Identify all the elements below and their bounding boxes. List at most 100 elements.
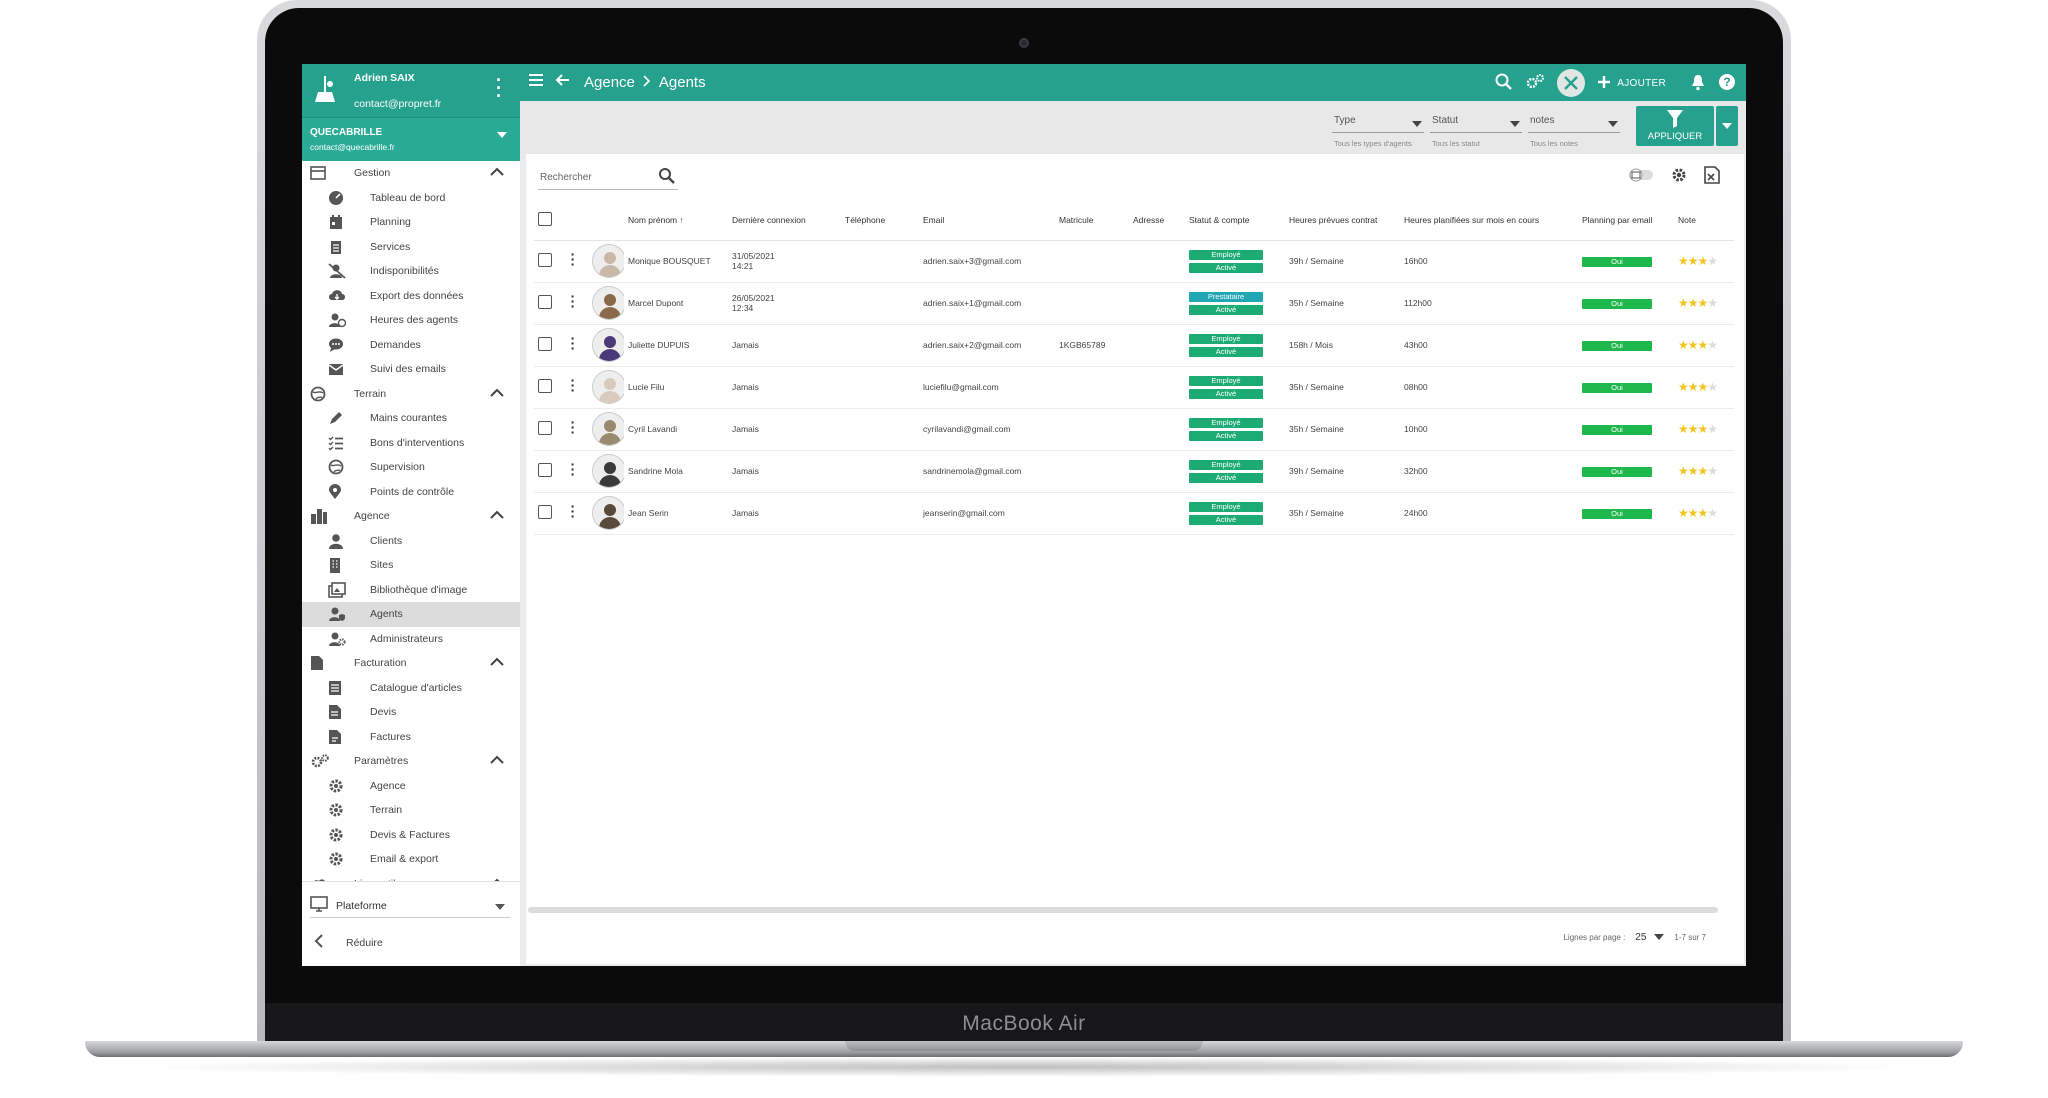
col-name[interactable]: Nom prénom ↑ — [624, 200, 728, 241]
type-filter[interactable]: Type Tous les types d'agents — [1332, 111, 1424, 148]
chevron-up-icon[interactable] — [490, 388, 504, 400]
row-checkbox[interactable] — [538, 463, 552, 477]
sidebar-group-1[interactable]: Terrain — [302, 382, 520, 407]
sidebar-item-0-5[interactable]: Heures des agents — [302, 308, 520, 333]
col-email[interactable]: Email — [919, 200, 1055, 241]
search-icon[interactable] — [658, 167, 676, 188]
sidebar-item-1-1[interactable]: Bons d'interventions — [302, 431, 520, 456]
settings-gear-icon[interactable] — [1670, 166, 1688, 187]
chevron-up-icon[interactable] — [490, 657, 504, 669]
row-checkbox[interactable] — [538, 337, 552, 351]
search-input[interactable]: Rechercher — [540, 172, 592, 183]
agent-name[interactable]: Monique BOUSQUET — [624, 240, 728, 283]
sidebar-item-3-2[interactable]: Factures — [302, 725, 520, 750]
table-row[interactable]: · · · Cyril Lavandi Jamais cyrilavandi@gma… — [534, 408, 1734, 451]
col-address[interactable]: Adresse — [1129, 200, 1185, 241]
sidebar-item-4-2[interactable]: Devis & Factures — [302, 823, 520, 848]
sidebar-item-0-0[interactable]: Tableau de bord — [302, 186, 520, 211]
bell-icon[interactable] — [1690, 73, 1706, 94]
tools-avatar-icon[interactable] — [1557, 69, 1586, 97]
col-matricule[interactable]: Matricule — [1055, 200, 1129, 241]
gears-icon[interactable] — [1525, 73, 1545, 94]
col-last-login[interactable]: Dernière connexion — [728, 200, 841, 241]
col-planning-email[interactable]: Planning par email — [1578, 200, 1674, 241]
row-checkbox[interactable] — [538, 295, 552, 309]
chevron-up-icon[interactable] — [490, 755, 504, 767]
sidebar-item-0-7[interactable]: Suivi des emails — [302, 357, 520, 382]
table-row[interactable]: · · · Juliette DUPUIS Jamais adrien.saix+2… — [534, 324, 1734, 367]
hamburger-icon[interactable] — [528, 73, 544, 91]
sidebar-item-2-3[interactable]: Agents — [302, 602, 520, 627]
sidebar-group-2[interactable]: Agence — [302, 504, 520, 529]
rows-per-page-select[interactable]: 25 — [1635, 932, 1665, 943]
agent-name[interactable]: Juliette DUPUIS — [624, 324, 728, 367]
row-checkbox[interactable] — [538, 253, 552, 267]
sidebar-item-0-1[interactable]: Planning — [302, 210, 520, 235]
sidebar-item-2-2[interactable]: Bibliothèque d'image — [302, 578, 520, 603]
row-menu-icon[interactable]: · · · — [570, 499, 576, 523]
row-menu-icon[interactable]: · · · — [570, 247, 576, 271]
sidebar-item-1-3[interactable]: Points de contrôle — [302, 480, 520, 505]
sidebar-item-0-6[interactable]: Demandes — [302, 333, 520, 358]
sidebar-item-4-0[interactable]: Agence — [302, 774, 520, 799]
agent-name[interactable]: Marcel Dupont — [624, 282, 728, 325]
agent-name[interactable]: Lucie Filu — [624, 366, 728, 409]
table-row[interactable]: · · · Marcel Dupont 26/05/2021 12:34 adrien… — [534, 282, 1734, 325]
row-checkbox[interactable] — [538, 379, 552, 393]
horizontal-scrollbar[interactable] — [528, 907, 1718, 913]
chevron-up-icon[interactable] — [490, 510, 504, 522]
row-menu-icon[interactable]: · · · — [570, 331, 576, 355]
notes-filter[interactable]: notes Tous les notes — [1528, 111, 1620, 148]
apply-button[interactable]: APPLIQUER — [1636, 106, 1714, 146]
sidebar-group-3[interactable]: Facturation — [302, 651, 520, 676]
reduce-button[interactable]: Réduire — [314, 934, 383, 951]
sidebar-group-4[interactable]: Paramètres — [302, 749, 520, 774]
table-row[interactable]: · · · Lucie Filu Jamais luciefilu@gmail.co… — [534, 366, 1734, 409]
help-icon[interactable]: ? — [1718, 73, 1736, 94]
table-row[interactable]: · · · Sandrine Mola Jamais sandrinemola@gm… — [534, 450, 1734, 493]
sidebar-item-0-2[interactable]: Services — [302, 235, 520, 260]
company-switcher[interactable]: QUECABRILLE contact@quecabrille.fr — [302, 117, 520, 161]
chevron-up-icon[interactable] — [490, 167, 504, 179]
agent-name[interactable]: Jean Serin — [624, 492, 728, 535]
table-row[interactable]: · · · Jean Serin Jamais jeanserin@gmail.co… — [534, 492, 1734, 535]
apply-options-button[interactable] — [1716, 106, 1738, 146]
breadcrumb-agence[interactable]: Agence — [584, 74, 635, 91]
agent-name[interactable]: Sandrine Mola — [624, 450, 728, 493]
sidebar-item-3-1[interactable]: Devis — [302, 700, 520, 725]
status-filter[interactable]: Statut Tous les statut — [1430, 111, 1522, 148]
sidebar-item-4-3[interactable]: Email & export — [302, 847, 520, 872]
row-menu-icon[interactable]: · · · — [570, 289, 576, 313]
excel-export-icon[interactable] — [1704, 166, 1720, 187]
sidebar-item-2-1[interactable]: Sites — [302, 553, 520, 578]
sidebar-item-1-0[interactable]: Mains courantes — [302, 406, 520, 431]
toggle-icon[interactable] — [1628, 168, 1654, 185]
col-contract-hours[interactable]: Heures prévues contrat — [1285, 200, 1400, 241]
search-icon[interactable] — [1495, 73, 1513, 94]
select-all-checkbox[interactable] — [538, 211, 552, 226]
sidebar-item-4-1[interactable]: Terrain — [302, 798, 520, 823]
sidebar-group-5[interactable]: Liens utiles — [302, 872, 520, 881]
sidebar-item-2-4[interactable]: Administrateurs — [302, 627, 520, 652]
add-button[interactable]: AJOUTER — [1597, 75, 1666, 92]
col-planned-hours[interactable]: Heures planifiées sur mois en cours — [1400, 200, 1578, 241]
sidebar-item-1-2[interactable]: Supervision — [302, 455, 520, 480]
row-checkbox[interactable] — [538, 421, 552, 435]
col-rating[interactable]: Note — [1674, 200, 1734, 241]
col-status[interactable]: Statut & compte — [1185, 200, 1285, 241]
row-menu-icon[interactable]: · · · — [570, 373, 576, 397]
sidebar-item-3-0[interactable]: Catalogue d'articles — [302, 676, 520, 701]
sidebar-item-2-0[interactable]: Clients — [302, 529, 520, 554]
sidebar-item-0-4[interactable]: Export des données — [302, 284, 520, 309]
agent-name[interactable]: Cyril Lavandi — [624, 408, 728, 451]
user-menu-icon[interactable]: · · · — [494, 71, 504, 105]
row-menu-icon[interactable]: · · · — [570, 457, 576, 481]
sidebar-group-0[interactable]: Gestion — [302, 161, 520, 186]
sidebar-item-0-3[interactable]: Indisponibilités — [302, 259, 520, 284]
row-menu-icon[interactable]: · · · — [570, 415, 576, 439]
col-phone[interactable]: Téléphone — [841, 200, 919, 241]
platform-select[interactable]: Plateforme — [310, 894, 510, 918]
table-row[interactable]: · · · Monique BOUSQUET 31/05/2021 14:21 adr… — [534, 240, 1734, 283]
back-arrow-icon[interactable] — [554, 73, 570, 91]
row-checkbox[interactable] — [538, 505, 552, 519]
